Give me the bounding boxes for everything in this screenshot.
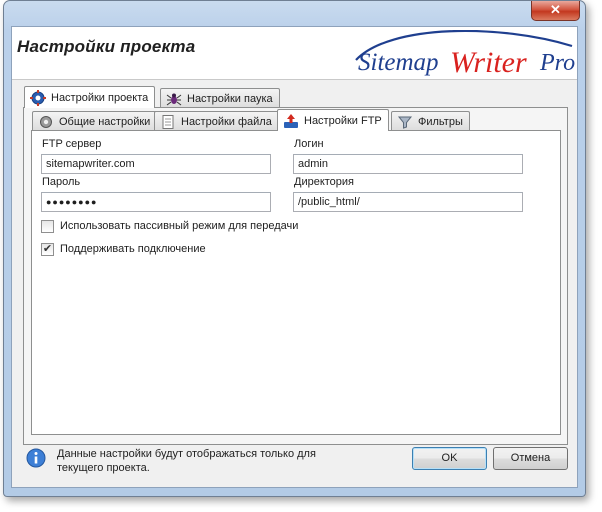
dialog-window: ✕ Настройки проекта Sitemap Writer Pro Н… <box>3 0 586 497</box>
ftp-upload-icon <box>284 113 298 128</box>
tab-general-settings[interactable]: Общие настройки <box>32 111 158 131</box>
ftp-server-label: FTP сервер <box>42 138 102 150</box>
sitemapwriter-logo: Sitemap Writer Pro <box>355 30 575 78</box>
logo-word-sitemap: Sitemap <box>358 49 439 76</box>
tab-label: Настройки FTP <box>304 114 382 127</box>
tab-label: Фильтры <box>418 115 463 128</box>
login-label: Логин <box>294 138 324 150</box>
spider-icon <box>166 93 182 105</box>
tab-ftp-settings[interactable]: Настройки FTP <box>277 109 389 131</box>
passive-mode-label[interactable]: Использовать пассивный режим для передач… <box>60 220 298 232</box>
tab-spider-settings[interactable]: Настройки паука <box>160 88 280 108</box>
passive-mode-checkbox[interactable] <box>41 220 54 233</box>
tab-label: Общие настройки <box>59 115 151 128</box>
tab-file-settings[interactable]: Настройки файла <box>154 111 279 131</box>
password-input[interactable]: ●●●●●●●● <box>41 192 271 212</box>
tab-label: Настройки паука <box>187 92 273 105</box>
document-icon <box>162 114 174 129</box>
tab-label: Настройки файла <box>181 115 272 128</box>
funnel-icon <box>397 116 413 129</box>
ok-button[interactable]: OK <box>412 447 487 470</box>
info-message: Данные настройки будут отображаться толь… <box>57 447 357 475</box>
keepalive-checkbox[interactable]: ✔ <box>41 243 54 256</box>
logo-word-pro: Pro <box>539 50 575 76</box>
close-button[interactable]: ✕ <box>531 1 580 21</box>
gear-icon <box>40 115 52 128</box>
ftp-settings-panel: FTP сервер sitemapwriter.com Логин admin… <box>31 130 561 435</box>
tab-filters[interactable]: Фильтры <box>391 111 470 131</box>
checkmark-icon: ✔ <box>42 243 53 255</box>
dialog-title: Настройки проекта <box>17 37 196 56</box>
tab-label: Настройки проекта <box>51 91 149 104</box>
logo-word-writer: Writer <box>450 46 527 78</box>
dialog-client-area: Настройки проекта Sitemap Writer Pro Нас… <box>11 26 578 488</box>
login-input[interactable]: admin <box>293 154 523 174</box>
info-message-line2: текущего проекта. <box>57 462 150 474</box>
close-icon: ✕ <box>550 2 561 17</box>
directory-input[interactable]: /public_html/ <box>293 192 523 212</box>
info-message-line1: Данные настройки будут отображаться толь… <box>57 448 316 460</box>
dialog-header: Настройки проекта Sitemap Writer Pro <box>12 27 577 80</box>
ftp-server-input[interactable]: sitemapwriter.com <box>41 154 271 174</box>
gear-icon <box>30 89 46 106</box>
password-label: Пароль <box>42 176 81 188</box>
tab-project-settings[interactable]: Настройки проекта <box>24 86 156 108</box>
cancel-button[interactable]: Отмена <box>493 447 568 470</box>
directory-label: Директория <box>294 176 355 188</box>
keepalive-label[interactable]: Поддерживать подключение <box>60 243 206 255</box>
outer-tab-panel: Общие настройки Настройки файла Настройк… <box>23 107 568 445</box>
info-icon <box>26 448 46 468</box>
